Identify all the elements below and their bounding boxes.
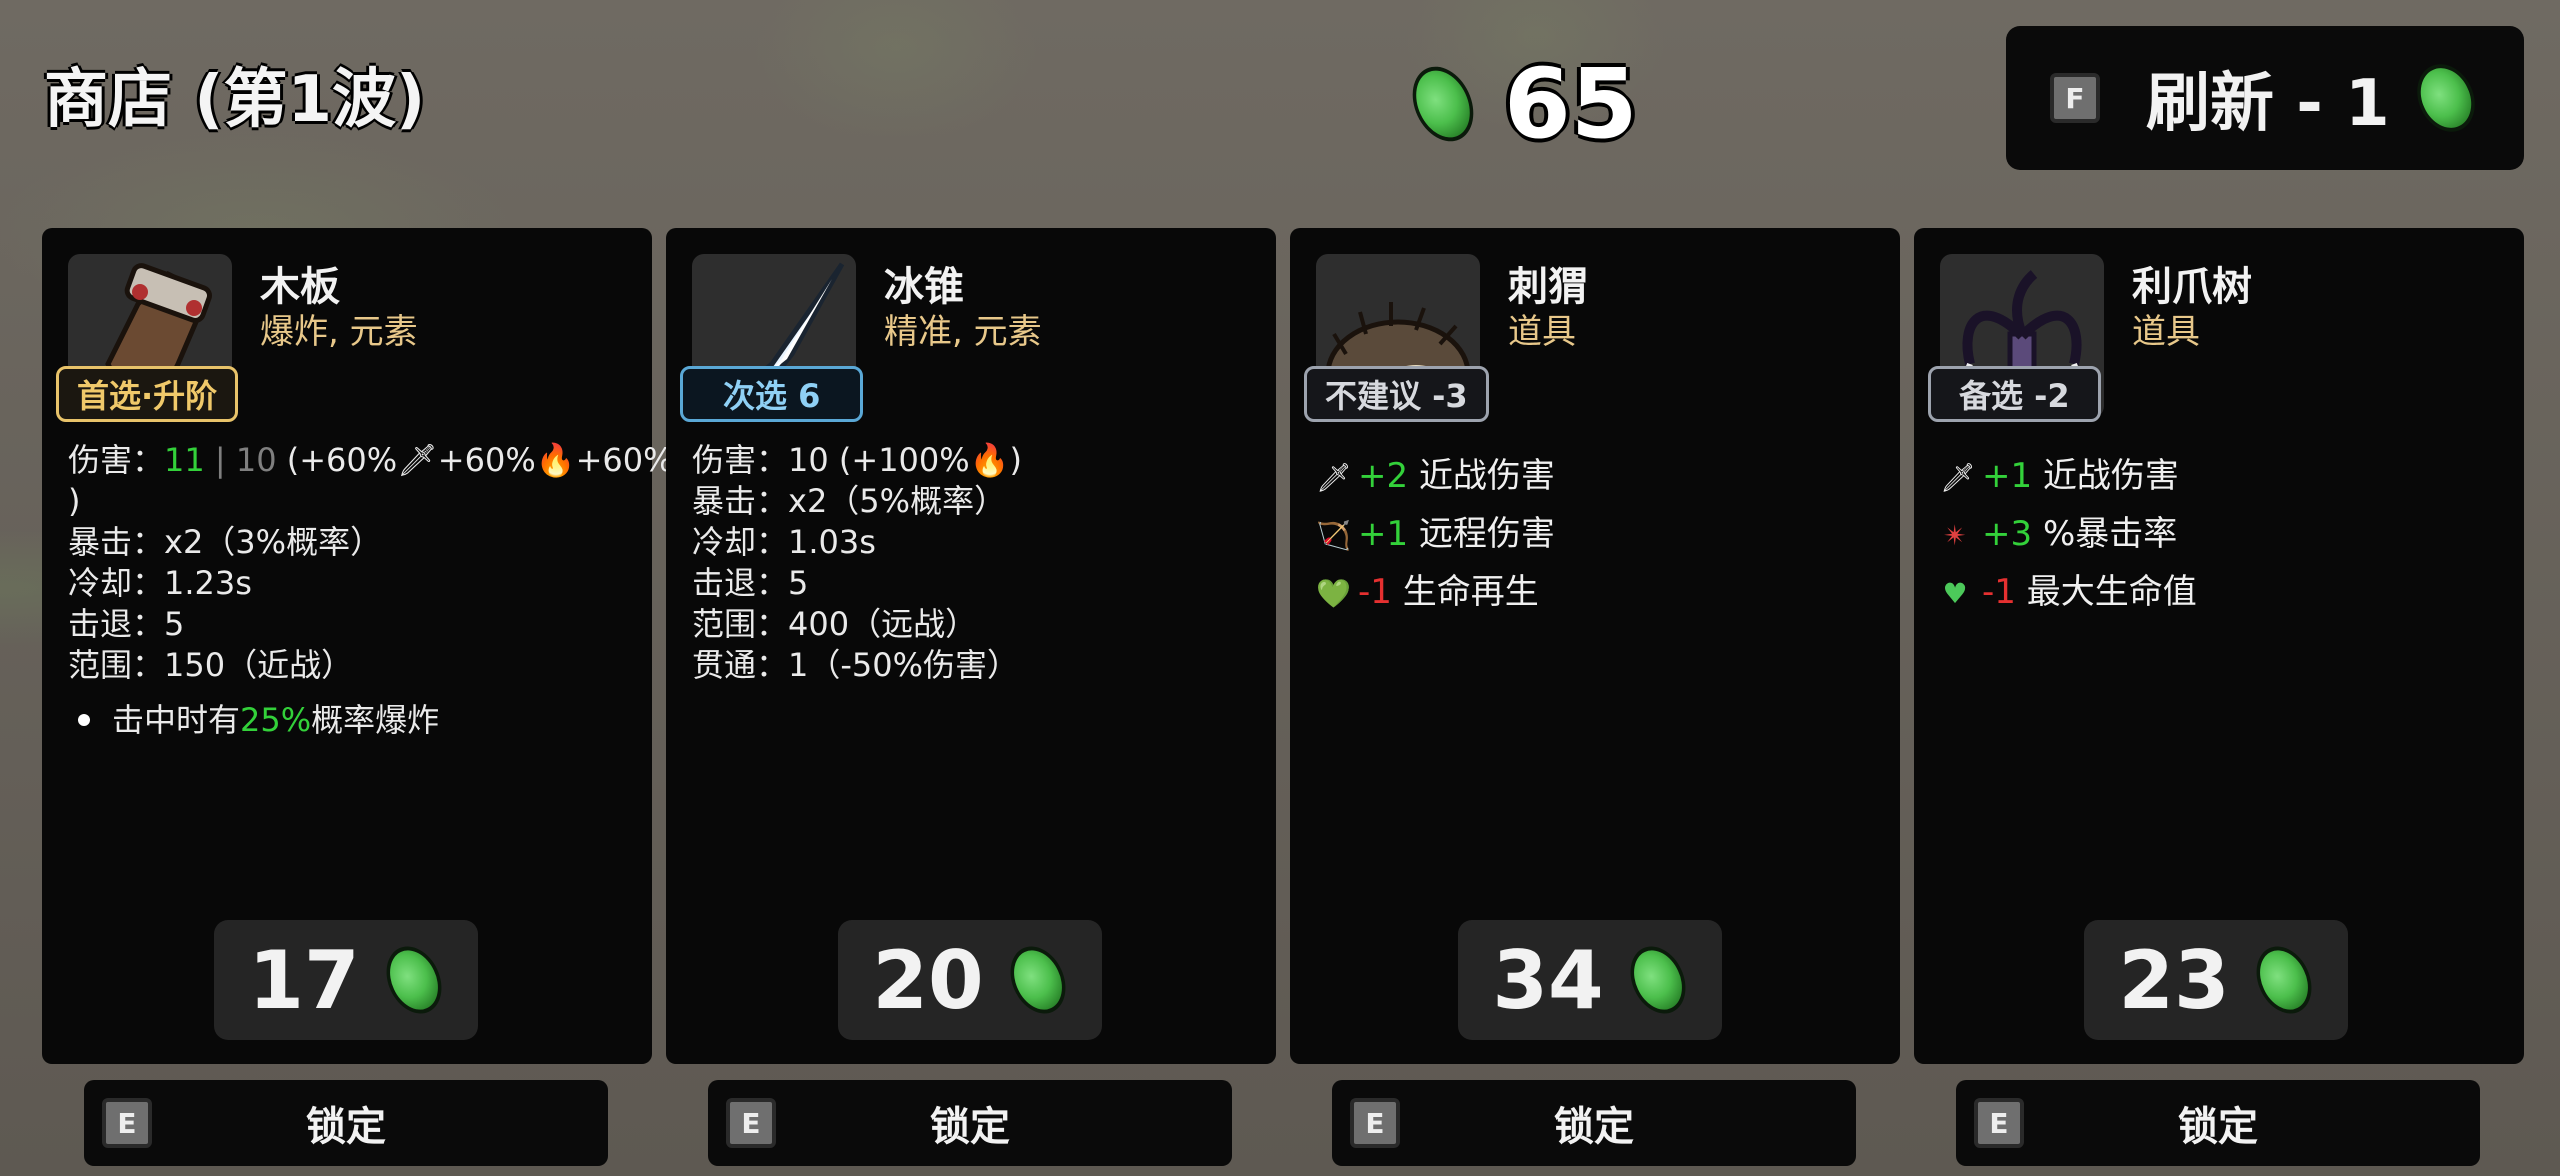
- stat-crit: 暴击：x2（5%概率）: [692, 482, 1007, 520]
- coin-icon: [1619, 937, 1696, 1023]
- coin-icon: [2245, 937, 2322, 1023]
- bullet-icon: [78, 714, 90, 726]
- bow-icon: 🏹: [1316, 519, 1351, 552]
- shop-card-weapon-plank[interactable]: 木板 爆炸, 元素 首选·升阶 伤害：11 | 10 (+60%🗡+60%🔥+6…: [42, 228, 700, 1064]
- modifier-row: ♥ -1 最大生命值: [1940, 564, 2197, 622]
- stat-damage: 伤害：10 (+100%🔥): [692, 441, 1023, 479]
- lock-label: 锁定: [1554, 1104, 1634, 1150]
- coin-icon: [375, 937, 452, 1023]
- lock-button-1[interactable]: E 锁定: [84, 1080, 608, 1166]
- key-hint-e: E: [1350, 1098, 1400, 1148]
- buy-button[interactable]: 20: [838, 920, 1102, 1040]
- price-value: 17: [248, 933, 360, 1027]
- shop-title: 商店 (第1波): [44, 63, 426, 137]
- item-classes: 爆炸, 元素: [260, 312, 418, 352]
- effect-chance: 25%: [240, 701, 312, 739]
- price-value: 20: [872, 933, 984, 1027]
- shop-card-item-claw-tree[interactable]: 利爪树 道具 备选 -2 🗡 +1 近战伤害 ✴ +3 %暴击率 ♥ -1 最大生命值…: [1914, 228, 2524, 1064]
- item-stats: 伤害：10 (+100%🔥) 暴击：x2（5%概率） 冷却：1.03s 击退：5…: [692, 440, 1252, 686]
- damage-separator: |: [204, 441, 236, 479]
- sword-icon: 🗡: [1316, 461, 1352, 494]
- key-hint-f: F: [2050, 73, 2100, 123]
- shop-card-weapon-icicle[interactable]: 冰锥 精准, 元素 次选 6 伤害：10 (+100%🔥) 暴击：x2（5%概率…: [666, 228, 1276, 1064]
- modifier-row: 🗡 +1 近战伤害: [1940, 448, 2197, 506]
- regen-heart-icon: 💚: [1316, 577, 1351, 610]
- damage-base-value: 10: [235, 441, 277, 479]
- stat-damage: 伤害：11 | 10 (+60%🗡+60%🔥+60%✕: [68, 440, 700, 481]
- stat-pierce: 贯通：1（-50%伤害）: [692, 646, 1020, 684]
- damage-scaling: (+60%🗡+60%🔥+60%✕: [276, 441, 701, 479]
- key-hint-e: E: [726, 1098, 776, 1148]
- buy-button[interactable]: 23: [2084, 920, 2348, 1040]
- modifier-row: 🗡 +2 近战伤害: [1316, 448, 1555, 506]
- modifier-value: +1: [1358, 514, 1409, 554]
- item-modifiers: 🗡 +2 近战伤害 🏹 +1 远程伤害 💚 -1 生命再生: [1316, 448, 1555, 622]
- modifier-text: 近战伤害: [1418, 456, 1555, 496]
- effect-text-post: 概率爆炸: [311, 701, 440, 739]
- heart-icon: ♥: [1942, 577, 1968, 610]
- shop-card-item-hedgehog[interactable]: 刺猬 道具 不建议 -3 🗡 +2 近战伤害 🏹 +1 远程伤害 💚 -1 生命再生 …: [1290, 228, 1900, 1064]
- item-stats: 伤害：11 | 10 (+60%🗡+60%🔥+60%✕ ) 暴击：x2（3%概率…: [68, 440, 700, 741]
- stat-knockback: 击退：5: [68, 605, 185, 643]
- modifier-text: 近战伤害: [2042, 456, 2179, 496]
- effect-text-pre: 击中时有: [112, 701, 241, 739]
- modifier-row: 🏹 +1 远程伤害: [1316, 506, 1555, 564]
- stat-label: 伤害：: [68, 441, 165, 479]
- item-classes: 道具: [1508, 312, 1576, 352]
- lock-button-2[interactable]: E 锁定: [708, 1080, 1232, 1166]
- recommendation-badge: 首选·升阶: [56, 366, 239, 422]
- key-hint-e: E: [102, 1098, 152, 1148]
- item-modifiers: 🗡 +1 近战伤害 ✴ +3 %暴击率 ♥ -1 最大生命值: [1940, 448, 2197, 622]
- stat-effect: 击中时有25%概率爆炸: [68, 700, 628, 741]
- damage-upgraded-value: 11: [164, 441, 205, 479]
- modifier-text: 远程伤害: [1418, 514, 1555, 554]
- item-classes: 精准, 元素: [884, 312, 1042, 352]
- stat-crit: 暴击：x2（3%概率）: [68, 523, 383, 561]
- lock-label: 锁定: [2178, 1104, 2258, 1150]
- stat-range: 范围：400（远战）: [692, 605, 978, 643]
- price-value: 34: [1492, 933, 1604, 1027]
- modifier-text: %暴击率: [2042, 514, 2178, 554]
- modifier-row: 💚 -1 生命再生: [1316, 564, 1555, 622]
- stat-cooldown: 冷却：1.03s: [692, 523, 876, 561]
- modifier-value: -1: [1358, 572, 1392, 612]
- lock-button-4[interactable]: E 锁定: [1956, 1080, 2480, 1166]
- stat-knockback: 击退：5: [692, 564, 809, 602]
- coin-icon: [2406, 54, 2486, 142]
- modifier-text: 最大生命值: [2026, 572, 2197, 612]
- coin-icon: [999, 937, 1076, 1023]
- lock-button-3[interactable]: E 锁定: [1332, 1080, 1856, 1166]
- sword-icon: 🗡: [1940, 461, 1976, 494]
- modifier-value: +2: [1358, 456, 1409, 496]
- modifier-value: +3: [1982, 514, 2033, 554]
- recommendation-badge: 备选 -2: [1928, 366, 2101, 422]
- modifier-row: ✴ +3 %暴击率: [1940, 506, 2197, 564]
- stat-cooldown: 冷却：1.23s: [68, 564, 252, 602]
- price-value: 23: [2118, 933, 2230, 1027]
- buy-button[interactable]: 34: [1458, 920, 1722, 1040]
- stat-damage-close: ): [68, 482, 81, 520]
- crit-icon: ✴: [1943, 519, 1967, 552]
- buy-button[interactable]: 17: [214, 920, 478, 1040]
- lock-label: 锁定: [930, 1104, 1010, 1150]
- gold-counter: 65: [1401, 48, 1638, 160]
- recommendation-badge: 次选 6: [680, 366, 864, 422]
- modifier-value: +1: [1982, 456, 2033, 496]
- modifier-text: 生命再生: [1402, 572, 1539, 612]
- stat-range: 范围：150（近战）: [68, 646, 354, 684]
- lock-label: 锁定: [306, 1104, 386, 1150]
- coin-icon: [1401, 56, 1485, 152]
- gold-amount: 65: [1504, 48, 1638, 160]
- refresh-label: 刷新 - 1: [2146, 67, 2390, 141]
- item-classes: 道具: [2132, 312, 2200, 352]
- recommendation-badge: 不建议 -3: [1304, 366, 1489, 422]
- refresh-button[interactable]: F 刷新 - 1: [2006, 26, 2524, 170]
- key-hint-e: E: [1974, 1098, 2024, 1148]
- modifier-value: -1: [1982, 572, 2016, 612]
